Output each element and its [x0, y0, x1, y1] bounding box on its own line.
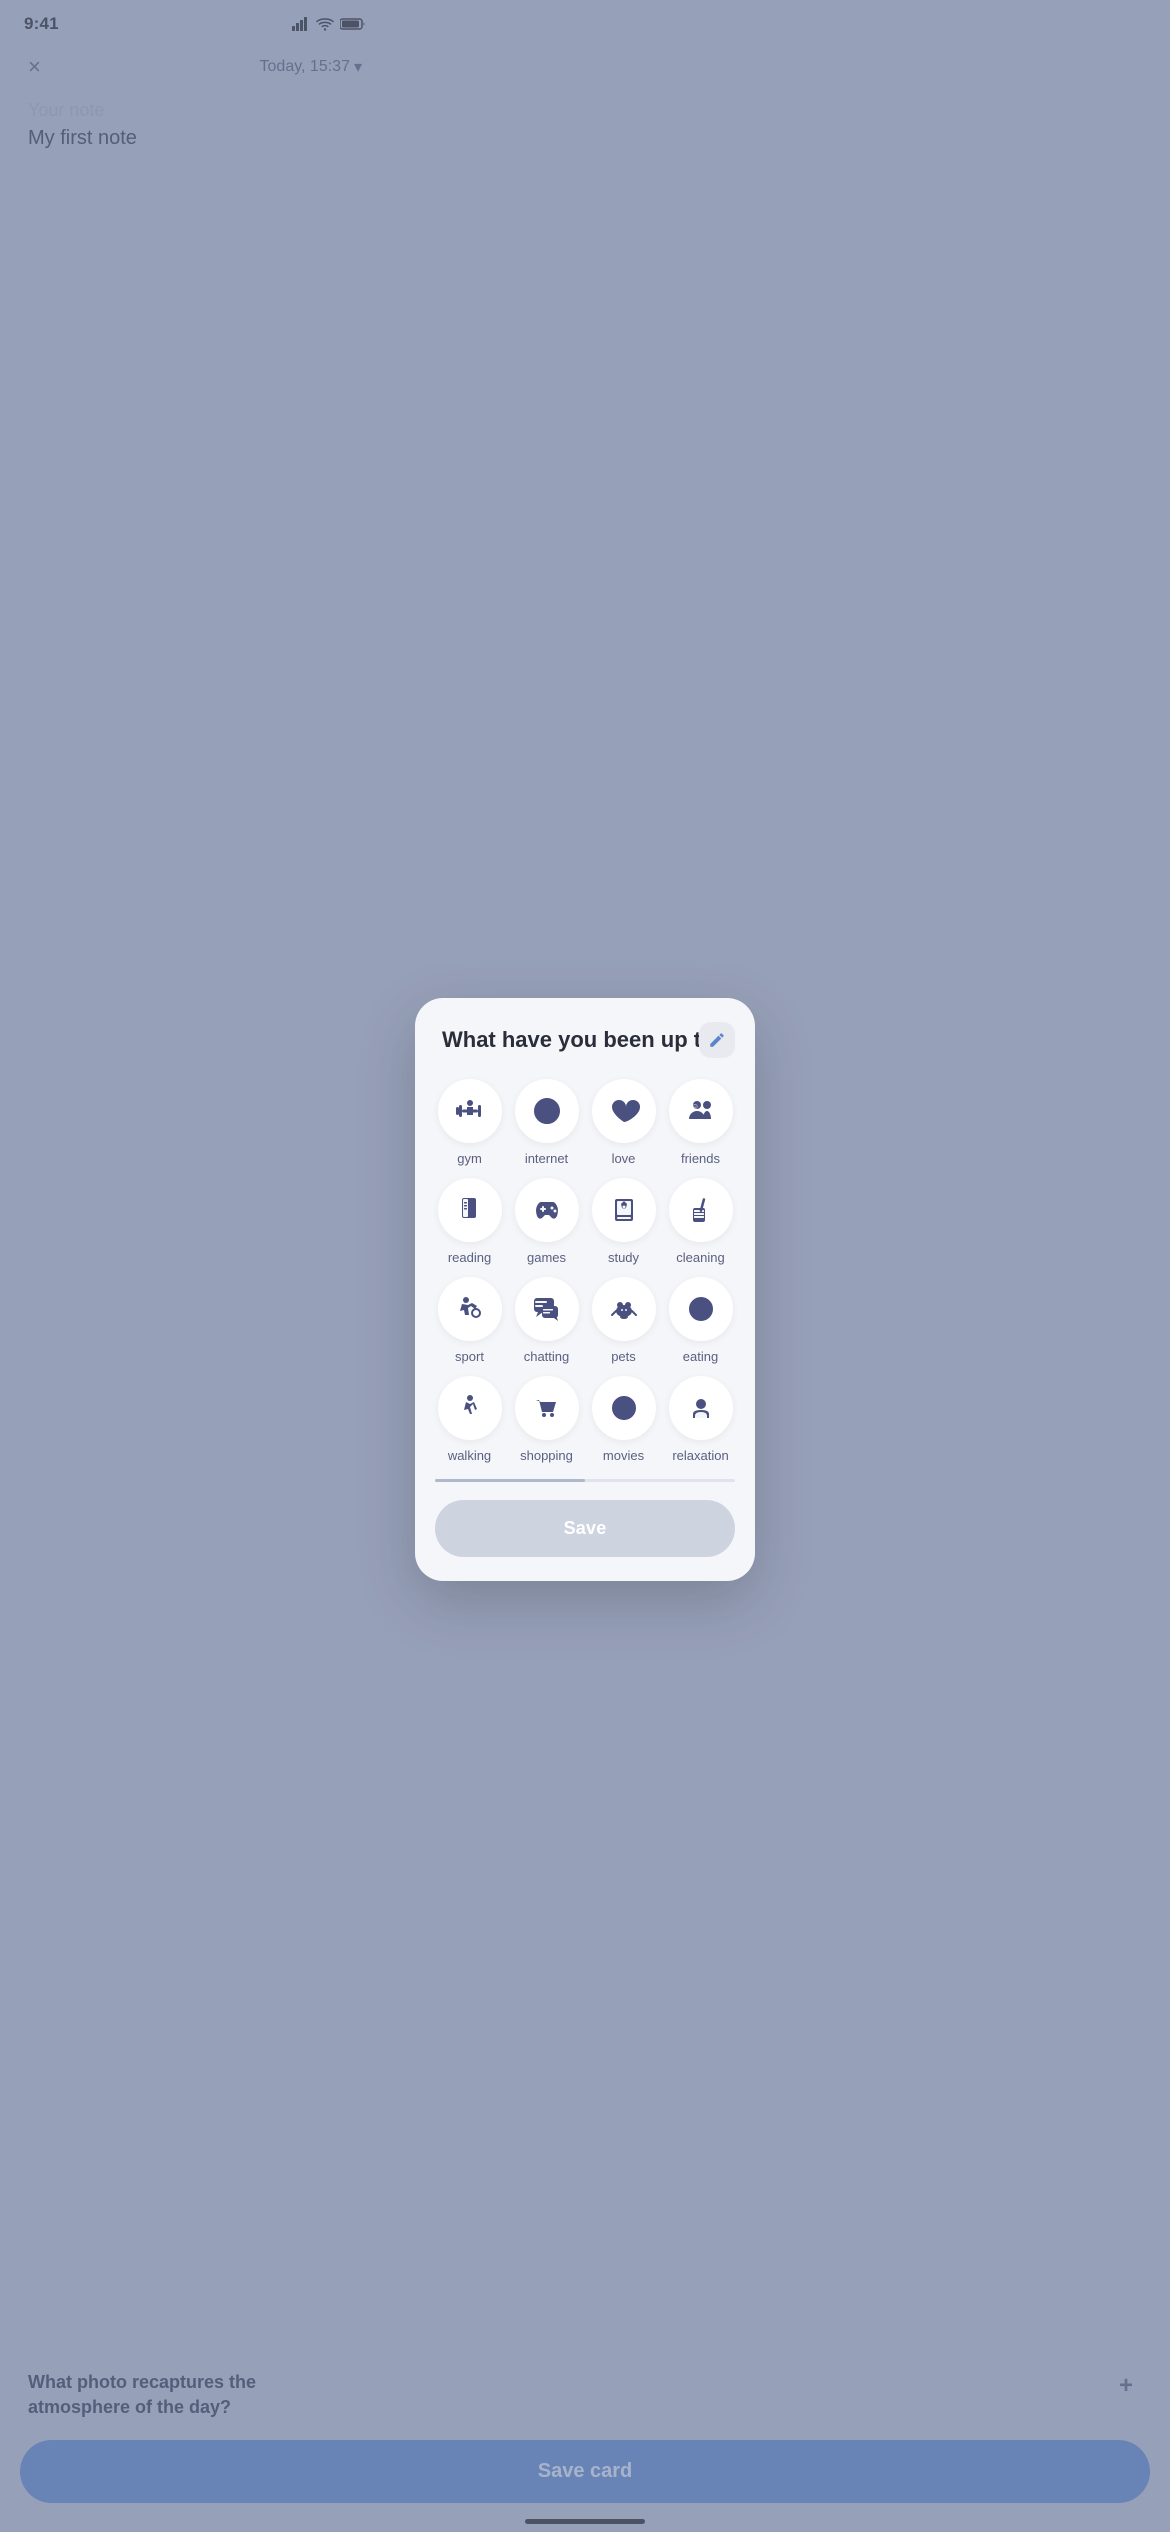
games-label: games — [527, 1250, 566, 1265]
scroll-indicator — [435, 1479, 735, 1482]
chatting-icon — [531, 1293, 563, 1325]
friends-icon-wrap: ☺ — [669, 1079, 733, 1143]
shopping-label: shopping — [520, 1448, 573, 1463]
activity-gym[interactable]: gym — [435, 1079, 504, 1166]
chatting-icon-wrap — [515, 1277, 579, 1341]
pets-icon — [608, 1293, 640, 1325]
activity-sport[interactable]: sport — [435, 1277, 504, 1364]
movies-icon-wrap — [592, 1376, 656, 1440]
gym-label: gym — [457, 1151, 482, 1166]
activity-cleaning[interactable]: cleaning — [666, 1178, 735, 1265]
activity-pets[interactable]: pets — [589, 1277, 658, 1364]
svg-text:www: www — [542, 1104, 553, 1110]
pets-label: pets — [611, 1349, 636, 1364]
games-icon-wrap — [515, 1178, 579, 1242]
modal-save-button[interactable]: Save — [435, 1500, 735, 1557]
eating-icon-wrap — [669, 1277, 733, 1341]
edit-button[interactable] — [699, 1022, 735, 1058]
eating-label: eating — [683, 1349, 718, 1364]
internet-label: internet — [525, 1151, 568, 1166]
shopping-icon — [531, 1392, 563, 1424]
pets-icon-wrap — [592, 1277, 656, 1341]
modal-header: What have you been up to? — [435, 1026, 735, 1055]
love-label: love — [612, 1151, 636, 1166]
activity-internet[interactable]: www internet — [512, 1079, 581, 1166]
activity-eating[interactable]: eating — [666, 1277, 735, 1364]
reading-icon — [454, 1194, 486, 1226]
scroll-thumb — [435, 1479, 585, 1482]
internet-icon-wrap: www — [515, 1079, 579, 1143]
walking-icon — [454, 1392, 486, 1424]
movies-label: movies — [603, 1448, 644, 1463]
sport-label: sport — [455, 1349, 484, 1364]
activity-walking[interactable]: walking — [435, 1376, 504, 1463]
sport-icon-wrap — [438, 1277, 502, 1341]
study-icon-wrap — [592, 1178, 656, 1242]
sport-icon — [454, 1293, 486, 1325]
friends-label: friends — [681, 1151, 720, 1166]
study-label: study — [608, 1250, 639, 1265]
activity-study[interactable]: study — [589, 1178, 658, 1265]
walking-icon-wrap — [438, 1376, 502, 1440]
reading-label: reading — [448, 1250, 491, 1265]
activity-reading[interactable]: reading — [435, 1178, 504, 1265]
chatting-label: chatting — [524, 1349, 570, 1364]
cleaning-icon — [685, 1194, 717, 1226]
relaxation-icon — [685, 1392, 717, 1424]
activity-chatting[interactable]: chatting — [512, 1277, 581, 1364]
friends-icon: ☺ — [685, 1095, 717, 1127]
activity-games[interactable]: games — [512, 1178, 581, 1265]
walking-label: walking — [448, 1448, 491, 1463]
love-icon — [608, 1095, 640, 1127]
activity-love[interactable]: love — [589, 1079, 658, 1166]
love-icon-wrap — [592, 1079, 656, 1143]
svg-text:☺: ☺ — [691, 1102, 699, 1111]
activity-shopping[interactable]: shopping — [512, 1376, 581, 1463]
reading-icon-wrap — [438, 1178, 502, 1242]
relaxation-label: relaxation — [672, 1448, 728, 1463]
relaxation-icon-wrap — [669, 1376, 733, 1440]
activity-friends[interactable]: ☺ friends — [666, 1079, 735, 1166]
gym-icon-wrap — [438, 1079, 502, 1143]
pencil-icon — [708, 1031, 726, 1049]
movies-icon — [608, 1392, 640, 1424]
internet-icon: www — [531, 1095, 563, 1127]
eating-icon — [685, 1293, 717, 1325]
cleaning-label: cleaning — [676, 1250, 724, 1265]
shopping-icon-wrap — [515, 1376, 579, 1440]
activity-modal: What have you been up to? gym — [415, 998, 755, 1581]
activity-relaxation[interactable]: relaxation — [666, 1376, 735, 1463]
activities-grid: gym www internet — [435, 1079, 735, 1463]
activity-movies[interactable]: movies — [589, 1376, 658, 1463]
study-icon — [608, 1194, 640, 1226]
gym-icon — [454, 1095, 486, 1127]
games-icon — [531, 1194, 563, 1226]
cleaning-icon-wrap — [669, 1178, 733, 1242]
modal-title: What have you been up to? — [442, 1026, 728, 1055]
